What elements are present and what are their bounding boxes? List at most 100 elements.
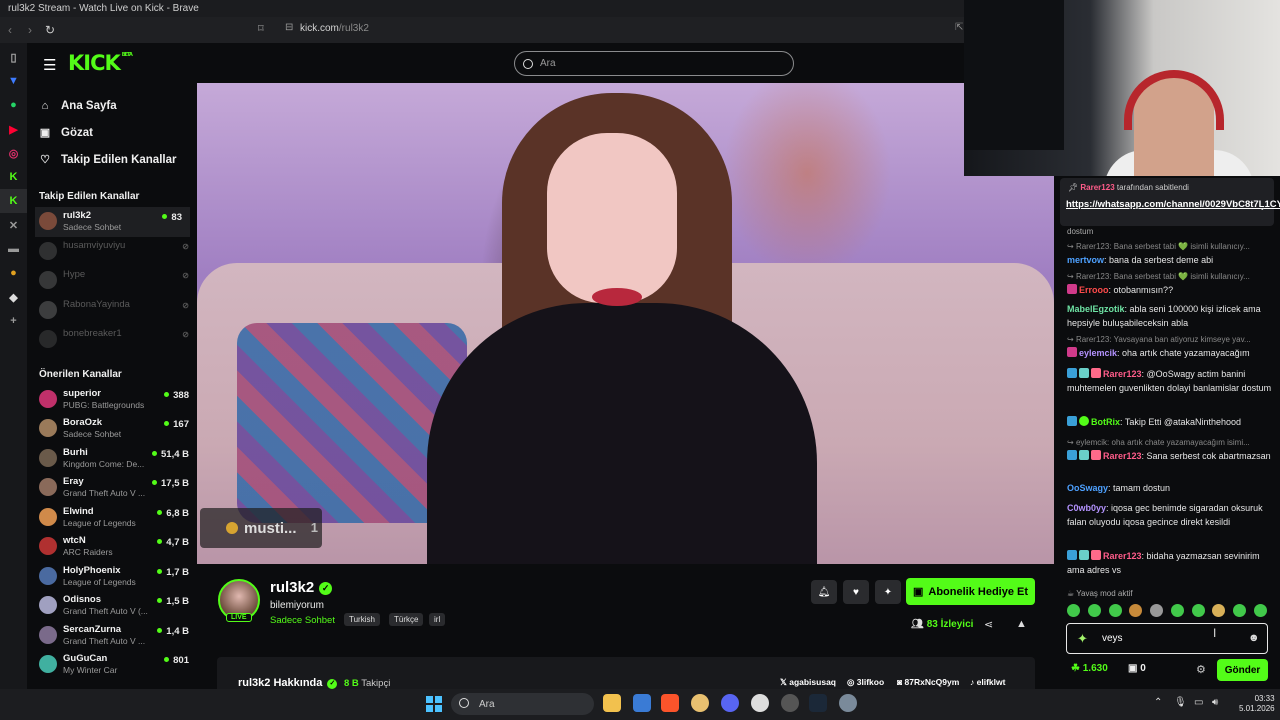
report-icon[interactable]: ▲ xyxy=(1016,618,1027,630)
followed-channel[interactable]: RabonaYayinda ⊘ xyxy=(27,296,197,326)
forward-icon[interactable]: › xyxy=(20,23,40,37)
tag-turkce[interactable]: Türkçe xyxy=(389,613,424,626)
youtube-icon[interactable]: ▶ xyxy=(0,117,27,141)
chat-message[interactable]: MabelEgzotik: abla seni 100000 kişi izli… xyxy=(1067,303,1272,330)
recommended-channel[interactable]: superior PUBG: Battlegrounds 388 xyxy=(27,385,197,415)
emote-icon[interactable] xyxy=(1150,604,1164,617)
nav-browse[interactable]: ▣ Gözat xyxy=(27,119,197,146)
recommended-channel[interactable]: Eray Grand Theft Auto V ... 17,5 B xyxy=(27,473,197,503)
store-icon[interactable] xyxy=(633,694,651,712)
chat-username[interactable]: OoSwagy xyxy=(1067,483,1108,493)
network-icon[interactable]: ▭ xyxy=(1194,697,1203,708)
chat-message[interactable]: Rarer123: @OoSwagy actim banini muhtemel… xyxy=(1067,368,1272,395)
social-tiktok[interactable]: ♪ elifklwt xyxy=(970,677,1005,687)
chevron-down-icon[interactable]: ⌄ xyxy=(1258,202,1266,213)
emote-icon[interactable] xyxy=(1233,604,1247,617)
chat-message[interactable]: ↪ eylemcik: oha artık chate yazamayacağı… xyxy=(1067,436,1272,463)
chat-username[interactable]: MabelEgzotik xyxy=(1067,304,1125,314)
extension-icon[interactable]: ● xyxy=(0,261,27,285)
chat-username[interactable]: C0wb0yy xyxy=(1067,503,1106,513)
emoji-icon[interactable]: ☻ xyxy=(1248,632,1260,644)
instagram-icon[interactable]: ◎ xyxy=(0,141,27,165)
streamer-name[interactable]: rul3k2 ✓ xyxy=(270,579,333,596)
tag-turkish[interactable]: Turkish xyxy=(344,613,380,626)
emote-icon[interactable] xyxy=(1087,604,1101,617)
mute-icon[interactable]: ✕ xyxy=(0,213,27,237)
gift-subscription-button[interactable]: ▣ Abonelik Hediye Et xyxy=(906,578,1035,605)
emote-icon[interactable] xyxy=(1170,604,1184,617)
emote-icon[interactable] xyxy=(1067,604,1080,617)
tray-chevron-icon[interactable]: ⌃ xyxy=(1154,697,1162,708)
emote-icon[interactable] xyxy=(1212,604,1226,617)
recommended-channel[interactable]: BoraOzk Sadece Sohbet 167 xyxy=(27,414,197,444)
menu-icon[interactable]: ☰ xyxy=(43,56,56,74)
pinned-message[interactable]: 📌︎ Rarer123 tarafından sabitlendi https:… xyxy=(1060,178,1280,226)
add-icon[interactable]: + xyxy=(0,309,27,333)
windows-start-icon[interactable] xyxy=(426,696,442,712)
emote-icon[interactable] xyxy=(1108,604,1122,617)
taskbar-clock[interactable]: 03:33 5.01.2026 xyxy=(1239,694,1275,714)
bookmark-icon[interactable]: ⌑ xyxy=(258,22,264,35)
pinned-link[interactable]: https://whatsapp.com/channel/0029VbC8t7L… xyxy=(1066,198,1280,211)
social-x[interactable]: 𝕏 agabisusaq xyxy=(780,677,836,688)
recommended-channel[interactable]: Elwind League of Legends 6,8 B xyxy=(27,503,197,533)
file-explorer-icon[interactable] xyxy=(603,694,621,712)
chat-username[interactable]: Rarer123 xyxy=(1103,369,1142,379)
followed-channel[interactable]: Hype ⊘ xyxy=(27,266,197,296)
kick-logo[interactable]: KICK BETA xyxy=(68,51,133,75)
chat-message[interactable]: BotRix: Takip Etti @atakaNinthehood xyxy=(1067,416,1272,430)
notification-button[interactable]: 🔔︎ xyxy=(811,580,837,604)
emote-icon[interactable] xyxy=(1129,604,1143,617)
recommended-channel[interactable]: Burhi Kingdom Come: De... 51,4 B xyxy=(27,444,197,474)
app2-icon[interactable] xyxy=(781,694,799,712)
chat-message[interactable]: C0wb0yy: iqosa gec benimde sigaradan oks… xyxy=(1067,502,1272,529)
recommended-channel[interactable]: HolyPhoenix League of Legends 1,7 B xyxy=(27,562,197,592)
whatsapp-icon[interactable]: ● xyxy=(0,93,27,117)
app-icon[interactable] xyxy=(691,694,709,712)
mic-icon[interactable]: 🎙︎ xyxy=(1174,697,1187,708)
gift-balance[interactable]: ▣ 0 xyxy=(1128,663,1146,674)
emote-icon[interactable] xyxy=(1253,604,1267,617)
chat-message[interactable]: Rarer123: bidaha yazmazsan sevinirim ama… xyxy=(1067,550,1272,577)
sidebar-panel-icon[interactable]: ▯ xyxy=(0,45,27,69)
chat-message[interactable]: ↪ Rarer123: Yavsayana ban atiyoruz kimse… xyxy=(1067,333,1272,360)
followed-channel[interactable]: husamviyuviyu ⊘ xyxy=(27,237,197,267)
chat-username[interactable]: Errooo xyxy=(1079,285,1109,295)
chat-settings-icon[interactable]: ⚙ xyxy=(1196,663,1206,676)
kick-active-icon[interactable]: K xyxy=(0,189,27,213)
nav-home[interactable]: ⌂ Ana Sayfa xyxy=(27,92,197,119)
settings-icon[interactable] xyxy=(839,694,857,712)
chat-username[interactable]: mertvow xyxy=(1067,255,1104,265)
social-discord[interactable]: ◙ 87RxNcQ9ym xyxy=(897,677,959,687)
send-button[interactable]: Gönder xyxy=(1217,659,1268,681)
search-input[interactable]: Ara xyxy=(514,51,794,76)
address-bar[interactable]: kick.com/rul3k2 xyxy=(300,23,369,34)
reload-icon[interactable]: ↻ xyxy=(40,23,60,37)
site-info-icon[interactable]: ⊟ xyxy=(285,22,293,33)
taskbar-search[interactable]: Ara xyxy=(451,693,594,715)
chat-message[interactable]: ↪ Rarer123: Bana serbest tabi 💚 isimli k… xyxy=(1067,270,1272,297)
points-balance[interactable]: ☘ 1.630 xyxy=(1071,663,1108,674)
recommended-channel[interactable]: Odisnos Grand Theft Auto V (... 1,5 B xyxy=(27,591,197,621)
emote-icon[interactable] xyxy=(1191,604,1205,617)
recommended-channel[interactable]: wtcN ARC Raiders 4,7 B xyxy=(27,532,197,562)
stream-category[interactable]: Sadece Sohbet xyxy=(270,615,335,626)
share-icon[interactable]: ⋖ xyxy=(984,618,993,631)
followed-channel[interactable]: rul3k2 Sadece Sohbet 83 xyxy=(35,207,190,237)
chat-message[interactable]: ↪ Rarer123: Bana serbest tabi 💚 isimli k… xyxy=(1067,240,1272,267)
discord-icon[interactable] xyxy=(721,694,739,712)
chat-username[interactable]: Rarer123 xyxy=(1103,551,1142,561)
chat-username[interactable]: eylemcik xyxy=(1079,348,1117,358)
chat-username[interactable]: BotRix xyxy=(1091,417,1120,427)
volume-icon[interactable]: 🔊︎ xyxy=(1212,697,1218,708)
kick-icon[interactable]: K xyxy=(0,165,27,189)
chat-input[interactable]: ✦ veys ☻ xyxy=(1066,623,1268,654)
recommended-channel[interactable]: GuGuCan My Winter Car 801 xyxy=(27,650,197,680)
nav-following[interactable]: ♡ Takip Edilen Kanallar xyxy=(27,146,197,173)
share-icon[interactable]: ⇱ xyxy=(955,22,963,33)
brave-icon[interactable] xyxy=(661,694,679,712)
recommended-channel[interactable]: SercanZurna Grand Theft Auto V ... 1,4 B xyxy=(27,621,197,651)
tag-irl[interactable]: irl xyxy=(429,613,446,626)
chat-message[interactable]: OoSwagy: tamam dostun xyxy=(1067,482,1272,496)
back-icon[interactable]: ‹ xyxy=(0,23,20,37)
